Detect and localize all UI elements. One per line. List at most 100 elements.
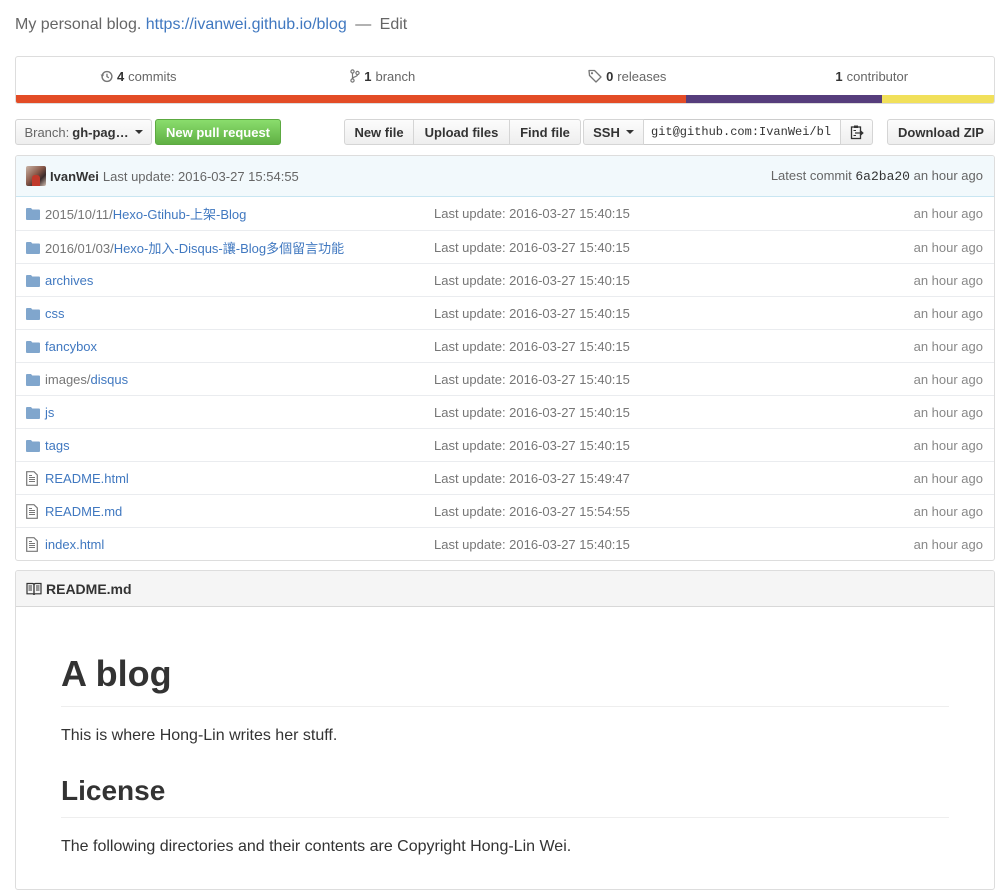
file-commit-message-link[interactable]: Last update: 2016-03-27 15:40:15 [434,306,630,321]
file-table: IvanWei Last update: 2016-03-27 15:54:55… [15,155,995,561]
new-file-button[interactable]: New file [344,119,414,145]
branch-name: gh-pag… [72,124,129,140]
clone-protocol-button[interactable]: SSH [583,119,644,145]
readme-intro: This is where Hong-Lin writes her stuff. [61,727,338,744]
file-commit-message-link[interactable]: Last update: 2016-03-27 15:40:15 [434,438,630,453]
folder-icon [26,275,40,287]
file-icon-wrap [26,537,42,553]
file-name: README.html [45,470,129,486]
contributors-label: contributor [846,68,909,84]
latest-commit-meta: Latest commit 6a2ba20 an hour ago [771,168,983,184]
new-pull-request-button[interactable]: New pull request [155,119,281,145]
file-name: disqus [90,371,129,387]
commit-message-link[interactable]: Last update: 2016-03-27 15:54:55 [103,169,299,184]
file-commit-message-link[interactable]: Last update: 2016-03-27 15:40:15 [434,273,630,288]
folder-icon [26,374,40,386]
file-commit-message-link[interactable]: Last update: 2016-03-27 15:40:15 [434,206,630,221]
table-row: 2015/10/11/Hexo-Gtihub-上架-Blog Last updat… [16,197,994,230]
branches-link[interactable]: 1 branch [261,57,506,95]
contributors-count: 1 [835,68,843,84]
folder-icon [26,341,40,353]
table-row: archives Last update: 2016-03-27 15:40:15… [16,263,994,296]
file-name: css [45,305,65,321]
file-commit-message-link[interactable]: Last update: 2016-03-27 15:54:55 [434,504,630,519]
file-name-link[interactable]: 2015/10/11/Hexo-Gtihub-上架-Blog [45,204,246,223]
file-age: an hour ago [913,239,983,255]
commit-sha-link[interactable]: 6a2ba20 [855,169,910,184]
file-commit-message-link[interactable]: Last update: 2016-03-27 15:40:15 [434,537,630,552]
file-actions-group: New file Upload files Find file [344,119,581,145]
file-name-link[interactable]: index.html [45,537,104,552]
download-zip-button[interactable]: Download ZIP [887,119,995,145]
file-navigation-toolbar: Branch: gh-pag… New pull request New fil… [15,119,995,145]
releases-link[interactable]: 0 releases [505,57,750,95]
copy-url-button[interactable] [840,119,873,145]
file-age: an hour ago [913,206,983,221]
file-name-link[interactable]: 2016/01/03/Hexo-加入-Disqus-讓-Blog多個留言功能 [45,238,344,257]
find-file-button[interactable]: Find file [509,119,581,145]
folder-icon [26,440,40,452]
folder-icon-wrap [26,273,42,289]
homepage-link[interactable]: https://ivanwei.github.io/blog [146,16,347,33]
file-name-link[interactable]: js [45,405,54,420]
file-name: Hexo-Gtihub-上架-Blog [112,207,247,222]
git-branch-icon [350,69,360,83]
readme-title: A blog [61,652,949,707]
file-name-link[interactable]: archives [45,273,93,288]
file-commit-message-link[interactable]: Last update: 2016-03-27 15:40:15 [434,339,630,354]
commits-count: 4 [116,68,125,84]
file-name: README.md [45,503,123,519]
avatar[interactable] [26,166,46,186]
upload-files-button[interactable]: Upload files [413,119,510,145]
table-row: README.html Last update: 2016-03-27 15:49… [16,461,994,494]
edit-description-link[interactable]: Edit [380,16,408,33]
folder-icon-wrap [26,206,42,222]
file-age: an hour ago [913,503,983,519]
contributors-link[interactable]: 1 contributor [750,57,995,95]
file-name-link[interactable]: README.html [45,471,129,486]
book-icon [26,582,42,595]
commit-author-link[interactable]: IvanWei [50,169,99,184]
commit-age: an hour ago [913,168,983,183]
readme-license-heading: License [61,774,949,818]
file-age: an hour ago [913,305,983,321]
file-path-prefix: 2015/10/11/ [45,207,113,222]
file-age: an hour ago [913,404,983,420]
folder-icon [26,242,40,254]
clone-url-input[interactable]: git@github.com:IvanWei/bl [644,119,841,145]
file-name-link[interactable]: fancybox [45,339,97,354]
file-name-link[interactable]: README.md [45,504,122,519]
file-name-link[interactable]: images/disqus [45,372,128,387]
file-name-link[interactable]: tags [45,438,70,453]
file-name: archives [45,272,94,288]
file-name-link[interactable]: css [45,306,65,321]
table-row: index.html Last update: 2016-03-27 15:40:… [16,527,994,560]
file-name: index.html [45,536,105,552]
commits-link[interactable]: 4 commits [16,57,261,95]
file-path-prefix: images/ [45,371,91,387]
branch-select-button[interactable]: Branch: gh-pag… [15,119,152,145]
readme-filename: README.md [46,580,132,597]
table-row: images/disqus Last update: 2016-03-27 15:… [16,362,994,395]
readme-box: README.md A blog This is where Hong-Lin … [15,570,995,890]
file-path-prefix: 2016/01/03/ [45,240,114,256]
releases-count: 0 [606,68,614,84]
file-commit-message-link[interactable]: Last update: 2016-03-27 15:40:15 [434,240,630,255]
chevron-down-icon [134,130,143,134]
file-commit-message-link[interactable]: Last update: 2016-03-27 15:40:15 [434,405,630,420]
repo-description-text: My personal blog. [15,16,142,33]
file-commit-message-link[interactable]: Last update: 2016-03-27 15:49:47 [434,471,630,486]
chevron-down-icon [625,130,634,134]
branches-label: branch [375,68,416,84]
language-bar[interactable] [16,95,994,103]
description-separator: — [355,16,372,33]
table-row: 2016/01/03/Hexo-加入-Disqus-讓-Blog多個留言功能 La… [16,230,994,263]
file-icon-wrap [26,471,42,487]
file-commit-message-link[interactable]: Last update: 2016-03-27 15:40:15 [434,372,630,387]
file-age: an hour ago [913,338,983,354]
folder-icon-wrap [26,240,42,256]
file-age: an hour ago [913,536,983,552]
readme-content: A blog This is where Hong-Lin writes her… [16,607,994,859]
tag-icon [588,69,602,83]
commits-label: commits [128,68,177,84]
